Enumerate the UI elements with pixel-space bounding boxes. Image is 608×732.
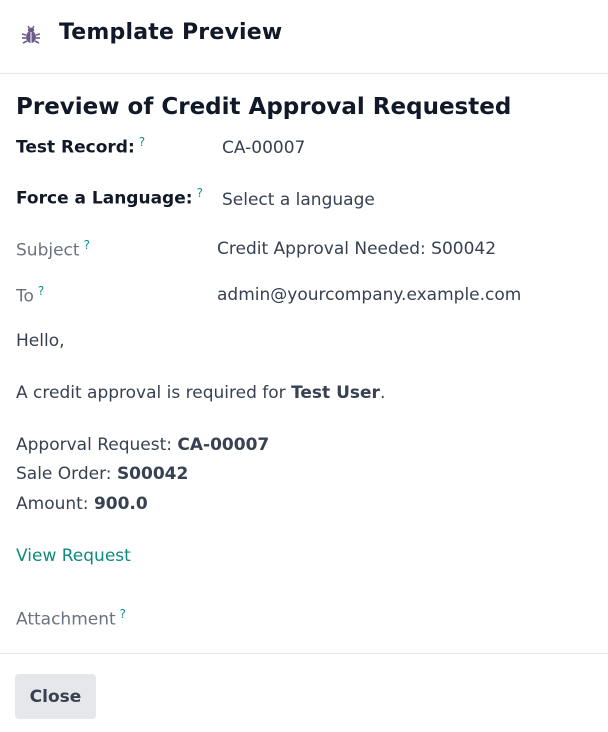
to-label: To? — [16, 284, 44, 307]
force-language-label-text: Force a Language: — [16, 188, 193, 209]
subject-label-text: Subject — [16, 240, 80, 261]
order-row: Sale Order: S00042 — [16, 464, 188, 484]
to-value: admin@yourcompany.example.com — [217, 285, 522, 305]
language-select[interactable]: Select a language — [222, 190, 375, 210]
email-line-user: Test User — [291, 383, 380, 403]
test-record-label-text: Test Record: — [16, 137, 135, 158]
close-button[interactable]: Close — [15, 674, 96, 719]
view-request-link[interactable]: View Request — [16, 546, 131, 566]
test-record-label: Test Record:? — [16, 135, 145, 158]
request-value: CA-00007 — [177, 435, 270, 455]
test-record-value[interactable]: CA-00007 — [222, 138, 305, 158]
amount-value: 900.0 — [93, 494, 148, 514]
dialog-title: Template Preview — [59, 20, 283, 45]
footer-divider — [0, 653, 608, 654]
dialog-header: Template Preview — [0, 0, 608, 74]
subject-value: Credit Approval Needed: S00042 — [217, 239, 497, 259]
email-greeting: Hello, — [16, 331, 65, 351]
email-line: A credit approval is required for Test U… — [16, 383, 385, 403]
force-language-label: Force a Language:? — [16, 186, 203, 209]
request-row: Apporval Request: CA-00007 — [16, 435, 269, 455]
bug-icon — [21, 25, 41, 44]
order-value: S00042 — [116, 464, 189, 484]
subject-help-icon[interactable]: ? — [84, 238, 90, 252]
preview-title: Preview of Credit Approval Requested — [16, 94, 512, 120]
amount-label: Amount: — [16, 494, 94, 514]
to-label-text: To — [16, 286, 34, 307]
email-line-prefix: A credit approval is required for — [16, 383, 292, 403]
test-record-help-icon[interactable]: ? — [139, 135, 145, 149]
attachment-label-text: Attachment — [16, 609, 116, 630]
attachment-help-icon[interactable]: ? — [120, 607, 126, 621]
email-line-suffix: . — [379, 383, 386, 403]
order-label: Sale Order: — [16, 464, 117, 484]
attachment-label: Attachment? — [16, 607, 126, 630]
amount-row: Amount: 900.0 — [16, 494, 148, 514]
to-help-icon[interactable]: ? — [38, 284, 44, 298]
request-label: Apporval Request: — [16, 435, 178, 455]
force-language-help-icon[interactable]: ? — [197, 186, 203, 200]
subject-label: Subject? — [16, 238, 90, 261]
